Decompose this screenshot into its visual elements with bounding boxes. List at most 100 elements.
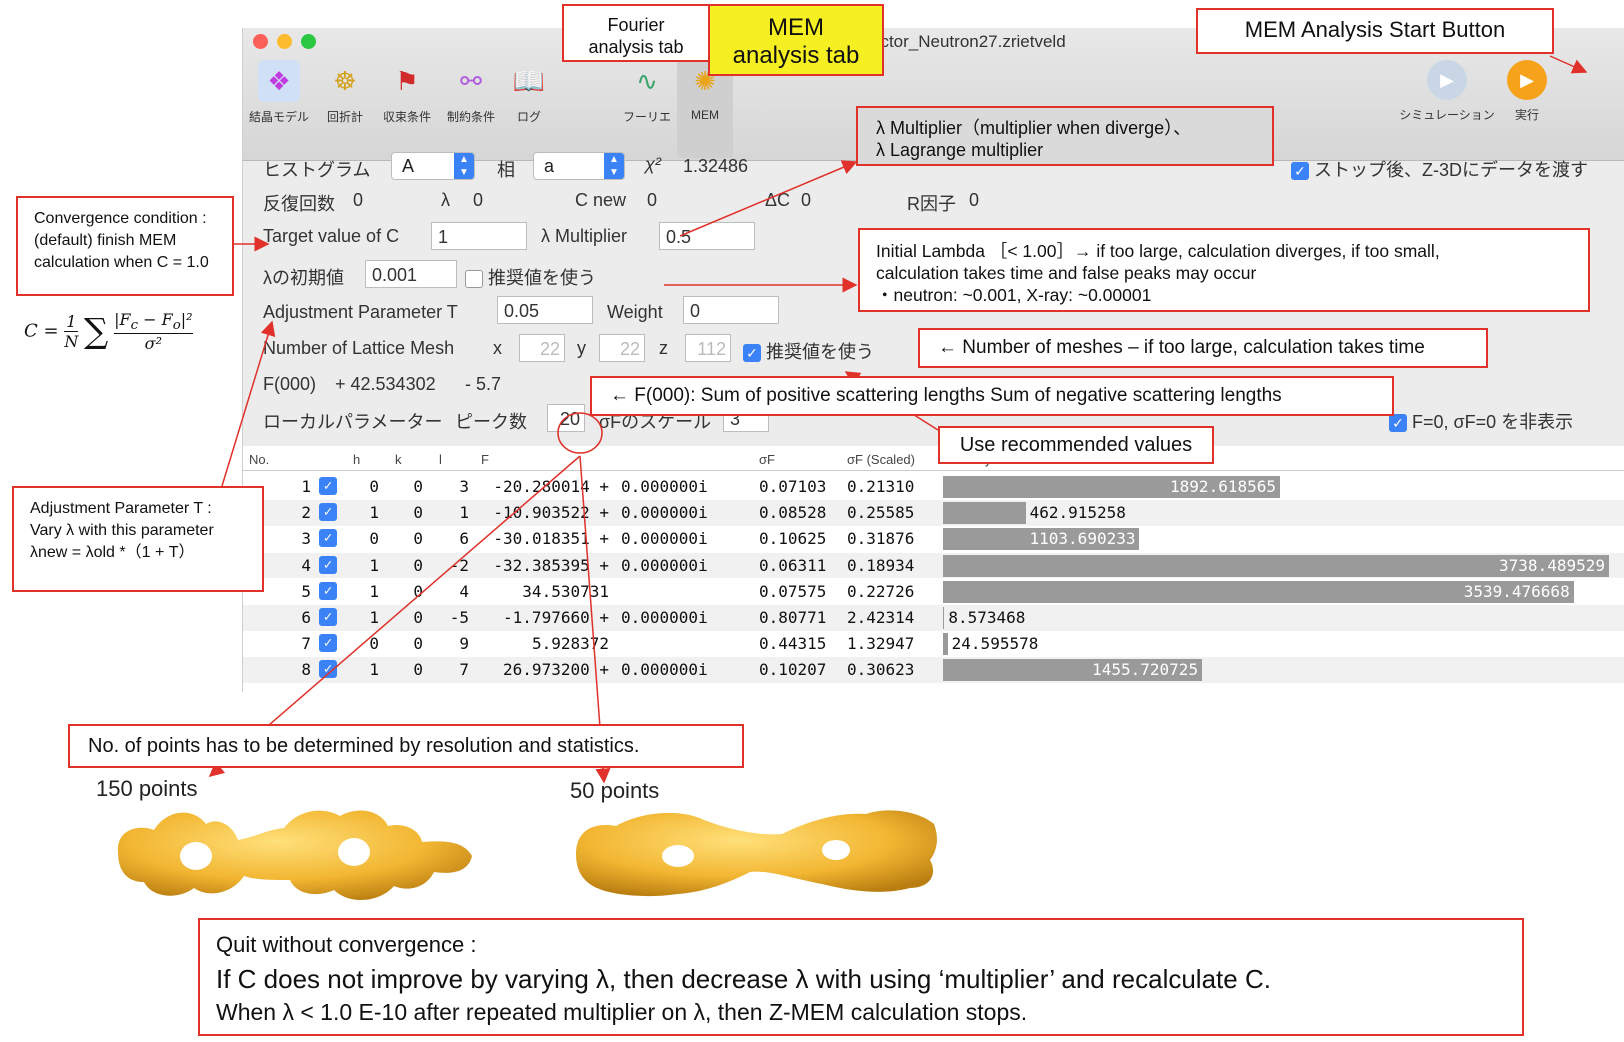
row-enable-checkbox[interactable]: ✓ — [319, 634, 337, 653]
r-factor-label: R因子 — [907, 194, 956, 214]
recommend-lambda-checkbox[interactable]: 推奨値を使う — [465, 264, 596, 290]
row-enable-checkbox[interactable]: ✓ — [319, 529, 337, 548]
histogram-value: A — [402, 156, 415, 176]
multiplier-input[interactable]: 0.5 — [659, 222, 755, 250]
f000-note: ← F(000): Sum of positive scattering len… — [590, 376, 1394, 416]
initial-lambda-label: λの初期値 — [263, 268, 344, 288]
mem-run-button[interactable]: ▶ 実行 — [1491, 60, 1563, 123]
cell-no: 2 — [301, 503, 311, 523]
col-f[interactable]: F — [481, 452, 489, 467]
adjust-t-label: Adjustment Parameter T — [263, 302, 458, 322]
row-enable-checkbox[interactable]: ✓ — [319, 608, 337, 626]
toolbar-log[interactable]: 📖 ログ — [493, 60, 565, 125]
table-row[interactable]: 7 ✓ 0 0 9 5.928372 0.44315 1.32947 24.595578 — [243, 631, 1624, 657]
initial-lambda-input[interactable]: 0.001 — [365, 260, 457, 288]
tab-fourier[interactable]: ∿ フーリエ — [611, 60, 683, 125]
crystal-model-icon: ❖ — [258, 60, 300, 102]
pass-to-z3d-checkbox[interactable]: ✓ ストップ後、Z-3Dにデータを渡す — [1291, 156, 1588, 182]
col-sigma-f[interactable]: σF — [759, 452, 775, 467]
cell-f-imag: 0.000000i — [621, 529, 708, 549]
checkbox-checked-icon: ✓ — [1291, 162, 1309, 181]
mesh-recommend-checkbox[interactable]: ✓ 推奨値を使う — [743, 338, 874, 364]
row-enable-checkbox[interactable]: ✓ — [319, 503, 337, 522]
table-row[interactable]: 5 ✓ 1 0 4 34.530731 0.07575 0.22726 3539.476668 — [243, 579, 1624, 605]
cell-f: 26.973200 + — [503, 660, 609, 680]
toolbar-label: 収束条件 — [382, 110, 431, 124]
histogram-select[interactable]: A ▲ ▼ — [391, 152, 475, 180]
cell-sigma-f: 0.06311 — [759, 555, 827, 575]
col-h[interactable]: h — [353, 452, 360, 467]
weight-input[interactable]: 0 — [683, 296, 779, 324]
intensity-value: 3539.476668 — [1463, 581, 1570, 601]
mesh-x-input[interactable]: 22 — [519, 334, 565, 362]
cell-f-imag: 0.000000i — [621, 608, 708, 627]
f000-positive: + 42.534302 — [335, 374, 436, 394]
toolbar-convergence[interactable]: ⚑ 収束条件 — [371, 60, 443, 125]
toolbar-crystal-model[interactable]: ❖ 結晶モデル — [243, 60, 315, 125]
table-row[interactable]: 2 ✓ 1 0 1 -10.903522 + 0.000000i 0.08528 0.25585… — [243, 500, 1624, 526]
cell-sigma-f-scaled: 2.42314 — [847, 608, 915, 627]
row-enable-checkbox[interactable]: ✓ — [319, 555, 337, 574]
table-row[interactable]: 4 ✓ 1 0 -2 -32.385395 + 0.000000i 0.06311 0.1893… — [243, 552, 1624, 579]
cell-f: -32.385395 + — [493, 555, 609, 575]
cell-f: -20.280014 + — [493, 477, 609, 496]
close-window-button[interactable] — [253, 34, 268, 49]
table-row[interactable]: 8 ✓ 1 0 7 26.973200 + 0.000000i 0.10207 0.30623 1… — [243, 657, 1624, 683]
delta-c-label: ΔC — [765, 190, 791, 210]
density-map-50-points — [576, 810, 937, 897]
cell-sigma-f-scaled: 0.25585 — [847, 503, 915, 523]
lambda-label: λ — [441, 190, 450, 210]
peak-count-input[interactable]: 20 — [547, 404, 585, 432]
row-enable-checkbox[interactable]: ✓ — [319, 581, 337, 600]
cell-l: 4 — [459, 581, 469, 601]
convergence-flag-icon: ⚑ — [395, 65, 419, 96]
adjust-note-line: Adjustment Parameter T : — [30, 500, 212, 517]
cell-sigma-f: 0.10207 — [759, 660, 827, 680]
convergence-note: Convergence condition : (default) finish… — [16, 196, 234, 296]
cell-sigma-f: 0.80771 — [759, 608, 827, 627]
toolbar-label: シミュレーション — [1399, 108, 1495, 122]
col-l[interactable]: l — [439, 452, 442, 467]
log-book-icon: 📖 — [512, 65, 546, 96]
chi2-label: χ² — [645, 154, 661, 174]
target-c-input[interactable]: 1 — [431, 222, 527, 250]
cell-k: 0 — [413, 634, 423, 654]
cell-sigma-f: 0.07575 — [759, 581, 827, 601]
mesh-recommend-label: 推奨値を使う — [766, 342, 875, 362]
toolbar-label: 実行 — [1514, 108, 1539, 122]
simulation-button[interactable]: ▶ シミュレーション — [1391, 60, 1503, 123]
mesh-x-label: x — [493, 338, 502, 358]
toolbar-label: 結晶モデル — [248, 110, 309, 124]
hide-zero-checkbox[interactable]: ✓ F=0, σF=0 を非表示 — [1389, 408, 1573, 434]
table-row[interactable]: 1 ✓ 0 0 3 -20.280014 + 0.000000i 0.07103 0.21310… — [243, 474, 1624, 500]
col-k[interactable]: k — [395, 452, 402, 467]
mesh-z-input[interactable]: 112 — [685, 334, 731, 362]
f000-label: F(000) — [263, 374, 317, 394]
row-enable-checkbox[interactable]: ✓ — [319, 660, 337, 679]
phase-select[interactable]: a ▲ ▼ — [533, 152, 625, 180]
row-enable-checkbox[interactable]: ✓ — [319, 477, 337, 495]
cell-sigma-f-scaled: 0.31876 — [847, 529, 915, 549]
col-sigma-f-scaled[interactable]: σF (Scaled) — [847, 452, 915, 467]
cell-l: 9 — [459, 634, 469, 654]
mesh-y-input[interactable]: 22 — [599, 334, 645, 362]
adjust-note: Adjustment Parameter T : Vary λ with thi… — [12, 486, 264, 592]
adjust-note-line: λnew = λold *（1 + T） — [30, 544, 195, 561]
cell-h: 0 — [369, 477, 379, 496]
fourier-tab-note: Fourier analysis tab — [562, 4, 710, 62]
simulation-play-icon: ▶ — [1427, 60, 1467, 100]
fourier-icon: ∿ — [636, 65, 658, 96]
adjust-t-input[interactable]: 0.05 — [497, 296, 593, 324]
cell-no: 3 — [301, 529, 311, 549]
adjust-note-line: Vary λ with this parameter — [30, 522, 214, 539]
c-formula: C = 1N ∑ |Fc − Fo|² σ² — [24, 310, 193, 354]
initial-lambda-line: calculation takes time and false peaks m… — [876, 263, 1257, 283]
col-no[interactable]: No. — [249, 452, 269, 467]
quit-note: Quit without convergence : If C does not… — [198, 918, 1524, 1036]
zoom-window-button[interactable] — [301, 34, 316, 49]
cell-sigma-f-scaled: 0.18934 — [847, 555, 915, 575]
minimize-window-button[interactable] — [277, 34, 292, 49]
table-row[interactable]: 3 ✓ 0 0 6 -30.018351 + 0.000000i 0.10625 0.31876… — [243, 526, 1624, 552]
table-row[interactable]: 6 ✓ 1 0 -5 -1.797660 + 0.000000i 0.80771 2.42314… — [243, 605, 1624, 631]
local-param-label: ローカルパラメーター — [263, 412, 443, 432]
